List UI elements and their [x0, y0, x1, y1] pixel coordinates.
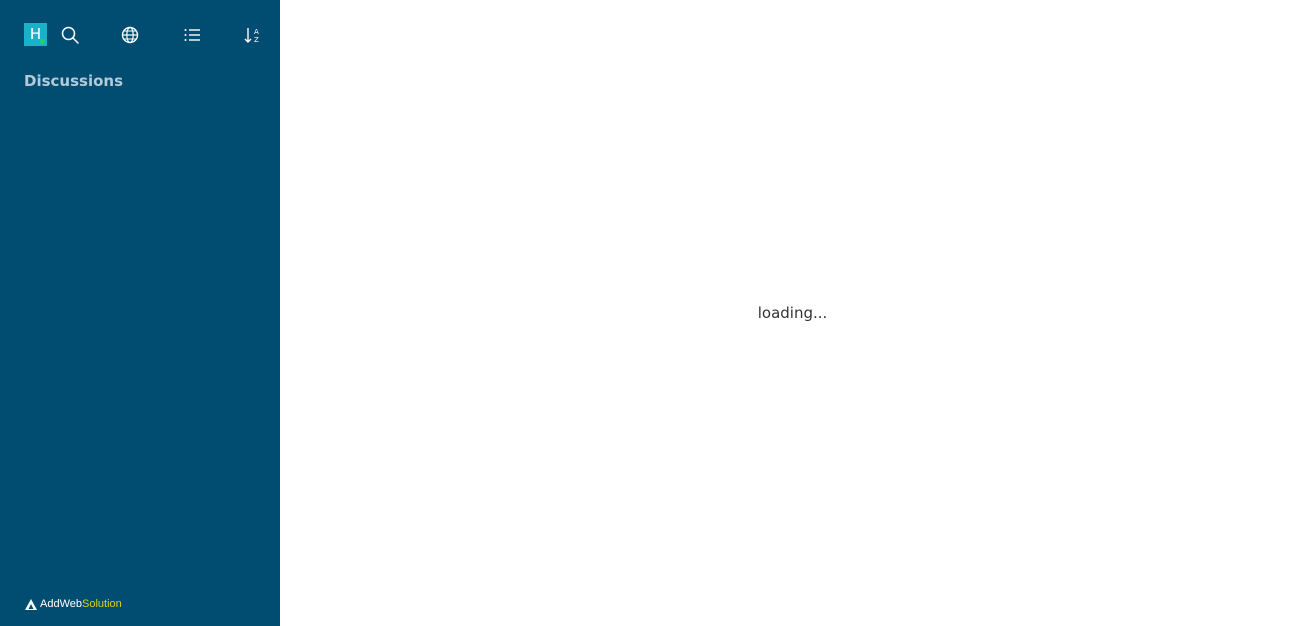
list-icon[interactable] — [181, 24, 203, 46]
online-status-dot — [39, 38, 46, 45]
sidebar: H A Z Discussions AddWebSolution — [0, 0, 280, 626]
brand-text: AddWebSolution — [40, 597, 122, 611]
main-content: loading... — [280, 0, 1305, 626]
avatar[interactable]: H — [24, 23, 47, 46]
loading-message: loading... — [757, 304, 828, 322]
app-window: H A Z Discussions AddWebSolution loading… — [0, 0, 1305, 626]
brand-mark-icon — [25, 598, 37, 610]
sidebar-toolbar: H A Z — [0, 0, 280, 70]
svg-text:Z: Z — [254, 36, 259, 44]
discussions-heading: Discussions — [24, 72, 124, 90]
svg-text:A: A — [254, 28, 259, 36]
brand-logo[interactable]: AddWebSolution — [25, 597, 122, 611]
brand-text-accent: Solution — [82, 598, 122, 610]
search-icon[interactable] — [59, 24, 81, 46]
sort-az-icon[interactable]: A Z — [242, 24, 264, 46]
brand-text-primary: AddWeb — [40, 598, 82, 610]
globe-icon[interactable] — [119, 24, 141, 46]
